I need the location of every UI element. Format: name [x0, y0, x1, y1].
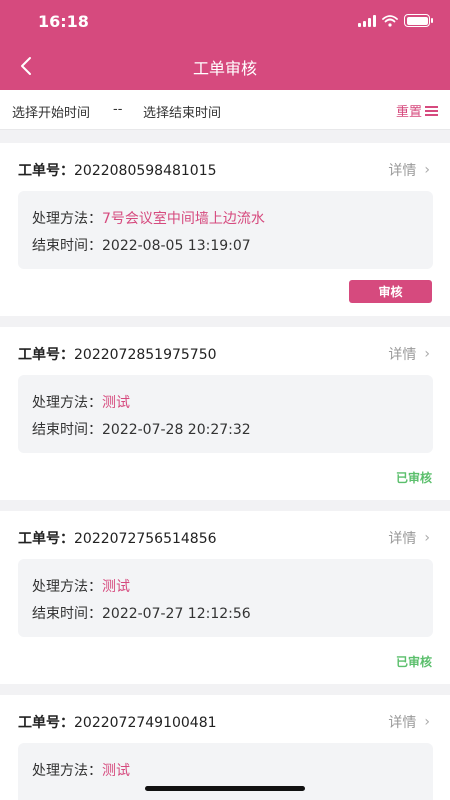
method-row: 处理方法：测试	[32, 395, 130, 411]
end-time-row: 结束时间：2022-08-05 13:19:07	[32, 238, 251, 254]
end-time-row: 结束时间：2022-07-27 12:12:56	[32, 606, 251, 622]
order-info: 处理方法：测试	[18, 743, 433, 800]
reset-label: 重置	[395, 105, 422, 120]
order-card: 工单号：2022080598481015 详情 › 处理方法：7号会议室中间墙上边…	[0, 143, 450, 316]
order-card: 工单号：2022072756514856 详情 › 处理方法：测试 结束时间：20…	[0, 511, 450, 684]
order-info: 处理方法：测试 结束时间：2022-07-28 20:27:32	[18, 375, 433, 453]
chevron-right-icon: ›	[424, 162, 430, 178]
end-time-row: 结束时间：2022-07-28 20:27:32	[32, 422, 251, 438]
detail-link[interactable]: 详情 ›	[388, 344, 430, 364]
order-info: 处理方法：测试 结束时间：2022-07-27 12:12:56	[18, 559, 433, 637]
chevron-right-icon: ›	[424, 714, 430, 730]
order-number: 工单号：2022072749100481	[18, 715, 217, 731]
order-number: 工单号：2022080598481015	[18, 163, 217, 179]
method-row: 处理方法：7号会议室中间墙上边流水	[32, 211, 265, 227]
detail-link[interactable]: 详情 ›	[388, 712, 430, 732]
app-header: 16:18 工单审核	[0, 0, 450, 90]
list-icon	[425, 105, 438, 116]
method-row: 处理方法：测试	[32, 763, 130, 779]
status-time: 16:18	[38, 12, 89, 31]
chevron-right-icon: ›	[424, 346, 430, 362]
end-time-picker[interactable]: 选择结束时间	[143, 102, 221, 121]
order-card: 工单号：2022072851975750 详情 › 处理方法：测试 结束时间：20…	[0, 327, 450, 500]
filter-bar: 选择开始时间 -- 选择结束时间 重置	[0, 90, 450, 130]
order-number: 工单号：2022072756514856	[18, 531, 217, 547]
method-row: 处理方法：测试	[32, 579, 130, 595]
approved-status-badge: 已审核	[395, 471, 432, 485]
order-number: 工单号：2022072851975750	[18, 347, 217, 363]
home-indicator	[145, 786, 305, 791]
status-icons	[358, 14, 433, 27]
detail-link[interactable]: 详情 ›	[388, 160, 430, 180]
reset-button[interactable]: 重置	[396, 101, 438, 120]
battery-icon	[404, 14, 433, 27]
start-time-picker[interactable]: 选择开始时间	[12, 102, 90, 121]
approve-button[interactable]: 审核	[349, 280, 432, 303]
order-info: 处理方法：7号会议室中间墙上边流水 结束时间：2022-08-05 13:19:…	[18, 191, 433, 269]
chevron-right-icon: ›	[424, 530, 430, 546]
detail-link[interactable]: 详情 ›	[388, 528, 430, 548]
signal-icon	[358, 14, 376, 27]
page-title: 工单审核	[192, 59, 257, 78]
order-card: 工单号：2022072749100481 详情 › 处理方法：测试	[0, 695, 450, 800]
approved-status-badge: 已审核	[395, 655, 432, 669]
date-range-separator: --	[113, 102, 123, 117]
wifi-icon	[382, 14, 398, 27]
